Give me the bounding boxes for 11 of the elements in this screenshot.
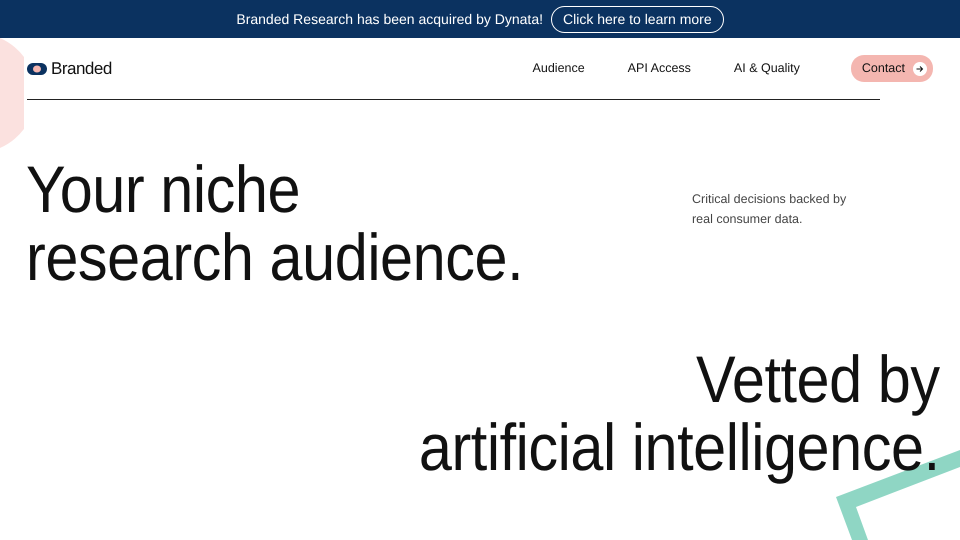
arrow-right-icon bbox=[913, 62, 927, 76]
hero-tagline: Critical decisions backed by real consumer data. bbox=[692, 191, 848, 228]
nav-link[interactable]: API Access bbox=[628, 59, 691, 78]
hero-headline: Your niche research audience. bbox=[26, 155, 524, 291]
nav-link[interactable]: AI & Quality bbox=[734, 59, 800, 78]
logo-icon bbox=[27, 62, 47, 74]
learn-more-button[interactable]: Click here to learn more bbox=[551, 6, 724, 32]
announcement-text: Branded Research has been acquired by Dynata! bbox=[236, 10, 543, 29]
nav-link[interactable]: Audience bbox=[532, 59, 585, 78]
brand-logo-text: Branded bbox=[51, 58, 112, 80]
contact-button[interactable]: Contact bbox=[850, 55, 933, 82]
